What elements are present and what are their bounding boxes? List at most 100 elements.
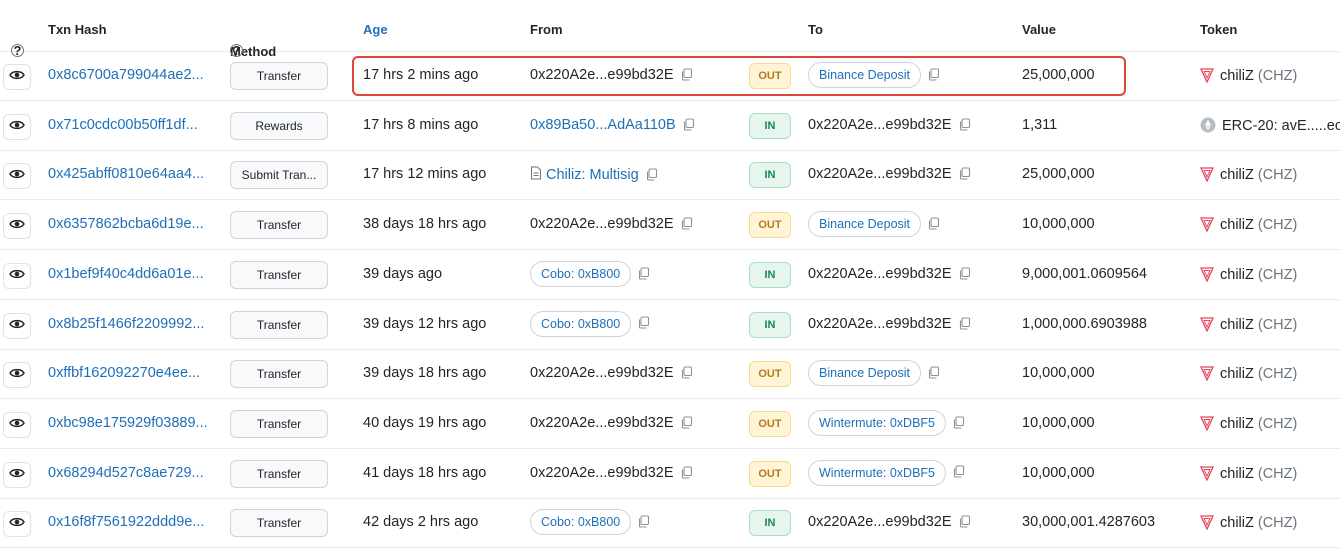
preview-eye-button[interactable] — [3, 362, 31, 389]
txn-hash-link[interactable]: 0x68294d527c8ae729... — [48, 465, 204, 481]
address-text[interactable]: 0x89Ba50...AdAa110B — [530, 117, 676, 133]
txn-hash-link[interactable]: 0x425abff0810e64aa4... — [48, 166, 204, 182]
address-tag[interactable]: Binance Deposit — [808, 360, 922, 387]
token-cell[interactable]: chiliZ (CHZ) — [1199, 216, 1297, 236]
address-tag[interactable]: Binance Deposit — [808, 211, 922, 238]
table-row: 0x71c0cdc00b50ff1df... Rewards 17 hrs 8 mi… — [0, 101, 1340, 151]
address-text[interactable]: 0x220A2e...e99bd32E — [808, 266, 952, 282]
erc20-token-icon — [1200, 117, 1216, 137]
copy-icon[interactable] — [637, 515, 650, 532]
copy-icon[interactable] — [680, 217, 693, 234]
address-text[interactable]: 0x220A2e...e99bd32E — [530, 365, 674, 381]
txn-hash-link[interactable]: 0x8c6700a799044ae2... — [48, 67, 204, 83]
token-name: chiliZ — [1220, 515, 1254, 532]
copy-icon[interactable] — [952, 416, 965, 433]
preview-eye-button[interactable] — [3, 213, 31, 240]
copy-icon[interactable] — [645, 168, 658, 185]
eye-icon — [9, 68, 25, 86]
token-symbol: (CHZ) — [1257, 266, 1298, 283]
age-text: 42 days 2 hrs ago — [363, 514, 479, 531]
address-link[interactable]: Chiliz: Multisig — [546, 167, 639, 183]
txn-hash-link[interactable]: 0x16f8f7561922ddd9e... — [48, 514, 204, 530]
token-name: chiliZ — [1220, 167, 1254, 184]
copy-icon[interactable] — [952, 465, 965, 482]
copy-icon[interactable] — [958, 118, 971, 135]
address-cell: 0x89Ba50...AdAa110B — [530, 117, 695, 135]
address-text[interactable]: 0x220A2e...e99bd32E — [808, 117, 952, 133]
eye-icon — [9, 118, 25, 136]
address-tag[interactable]: Wintermute: 0xDBF5 — [808, 459, 947, 486]
header-value: Value — [1022, 22, 1056, 37]
address-text[interactable]: 0x220A2e...e99bd32E — [530, 415, 674, 431]
address-tag[interactable]: Cobo: 0xB800 — [530, 310, 632, 337]
address-cell: Binance Deposit — [808, 211, 940, 238]
token-cell[interactable]: chiliZ (CHZ) — [1199, 266, 1298, 286]
copy-icon[interactable] — [682, 118, 695, 135]
txn-hash-link[interactable]: 0xbc98e175929f03889... — [48, 415, 208, 431]
address-text[interactable]: 0x220A2e...e99bd32E — [808, 316, 952, 332]
token-cell[interactable]: ERC-20: avE.....ec — [1200, 117, 1340, 137]
header-to: To — [808, 22, 823, 37]
value-text: 10,000,000 — [1022, 414, 1095, 431]
direction-badge: IN — [749, 162, 791, 189]
copy-icon[interactable] — [680, 466, 693, 483]
token-cell[interactable]: chiliZ (CHZ) — [1199, 465, 1297, 485]
copy-icon[interactable] — [958, 316, 971, 334]
copy-icon[interactable] — [958, 515, 971, 532]
token-cell[interactable]: chiliZ (CHZ) — [1199, 514, 1297, 534]
direction-badge: OUT — [749, 460, 791, 487]
table-row: 0x1bef9f40c4dd6a01e... Transfer 39 days ag… — [0, 250, 1340, 300]
address-cell: Cobo: 0xB800 — [530, 260, 650, 287]
copy-icon[interactable] — [680, 366, 693, 383]
txn-hash-link[interactable]: 0x1bef9f40c4dd6a01e... — [48, 266, 204, 282]
address-text[interactable]: 0x220A2e...e99bd32E — [808, 514, 952, 530]
address-tag[interactable]: Cobo: 0xB800 — [530, 509, 632, 536]
method-badge: Transfer — [230, 310, 328, 339]
address-tag[interactable]: Cobo: 0xB800 — [530, 260, 632, 287]
txn-hash-link[interactable]: 0x8b25f1466f2209992... — [48, 316, 204, 332]
preview-eye-button[interactable] — [3, 113, 31, 140]
txn-hash-link[interactable]: 0xffbf162092270e4ee... — [48, 365, 200, 381]
direction-badge: OUT — [749, 361, 791, 388]
token-symbol: (CHZ) — [1257, 366, 1298, 383]
address-cell: 0x220A2e...e99bd32E — [808, 266, 971, 284]
txn-hash-link[interactable]: 0x71c0cdc00b50ff1df... — [48, 117, 198, 133]
preview-eye-button[interactable] — [3, 461, 31, 488]
preview-eye-button[interactable] — [3, 262, 31, 289]
token-name: ERC-20: avE.....ec — [1222, 117, 1340, 134]
address-text[interactable]: 0x220A2e...e99bd32E — [808, 166, 952, 182]
preview-eye-button[interactable] — [3, 411, 31, 438]
preview-eye-button[interactable] — [3, 511, 31, 538]
address-cell: Wintermute: 0xDBF5 — [808, 459, 965, 486]
copy-icon[interactable] — [927, 366, 940, 383]
copy-icon[interactable] — [958, 167, 971, 184]
value-text: 1,000,000.6903988 — [1022, 315, 1147, 332]
age-text: 17 hrs 12 mins ago — [363, 166, 487, 183]
token-cell[interactable]: chiliZ (CHZ) — [1199, 365, 1298, 385]
copy-icon[interactable] — [637, 267, 650, 284]
token-cell[interactable]: chiliZ (CHZ) — [1199, 415, 1297, 435]
header-age[interactable]: Age — [363, 22, 388, 37]
address-text[interactable]: 0x220A2e...e99bd32E — [530, 465, 674, 481]
copy-icon[interactable] — [927, 217, 940, 234]
preview-eye-button[interactable] — [3, 163, 31, 190]
header-token: Token — [1200, 22, 1238, 37]
copy-icon[interactable] — [958, 267, 971, 284]
address-tag[interactable]: Wintermute: 0xDBF5 — [808, 409, 947, 436]
token-name: chiliZ — [1220, 316, 1254, 333]
copy-icon[interactable] — [637, 316, 650, 333]
preview-eye-button[interactable] — [3, 64, 31, 90]
direction-badge: IN — [749, 311, 791, 338]
token-name: chiliZ — [1220, 266, 1254, 283]
token-cell[interactable]: chiliZ (CHZ) — [1199, 67, 1297, 87]
txn-hash-link[interactable]: 0x6357862bcba6d19e... — [48, 216, 204, 232]
method-badge: Transfer — [230, 409, 328, 438]
token-cell[interactable]: chiliZ (CHZ) — [1199, 166, 1297, 186]
token-cell[interactable]: chiliZ (CHZ) — [1199, 316, 1298, 336]
value-text: 30,000,001.4287603 — [1022, 514, 1156, 531]
address-text[interactable]: 0x220A2e...e99bd32E — [530, 216, 674, 232]
token-symbol: (CHZ) — [1257, 316, 1298, 333]
copy-icon[interactable] — [680, 416, 693, 433]
table-row: 0x6357862bcba6d19e... Transfer 38 days 18 … — [0, 200, 1340, 251]
preview-eye-button[interactable] — [3, 312, 31, 339]
